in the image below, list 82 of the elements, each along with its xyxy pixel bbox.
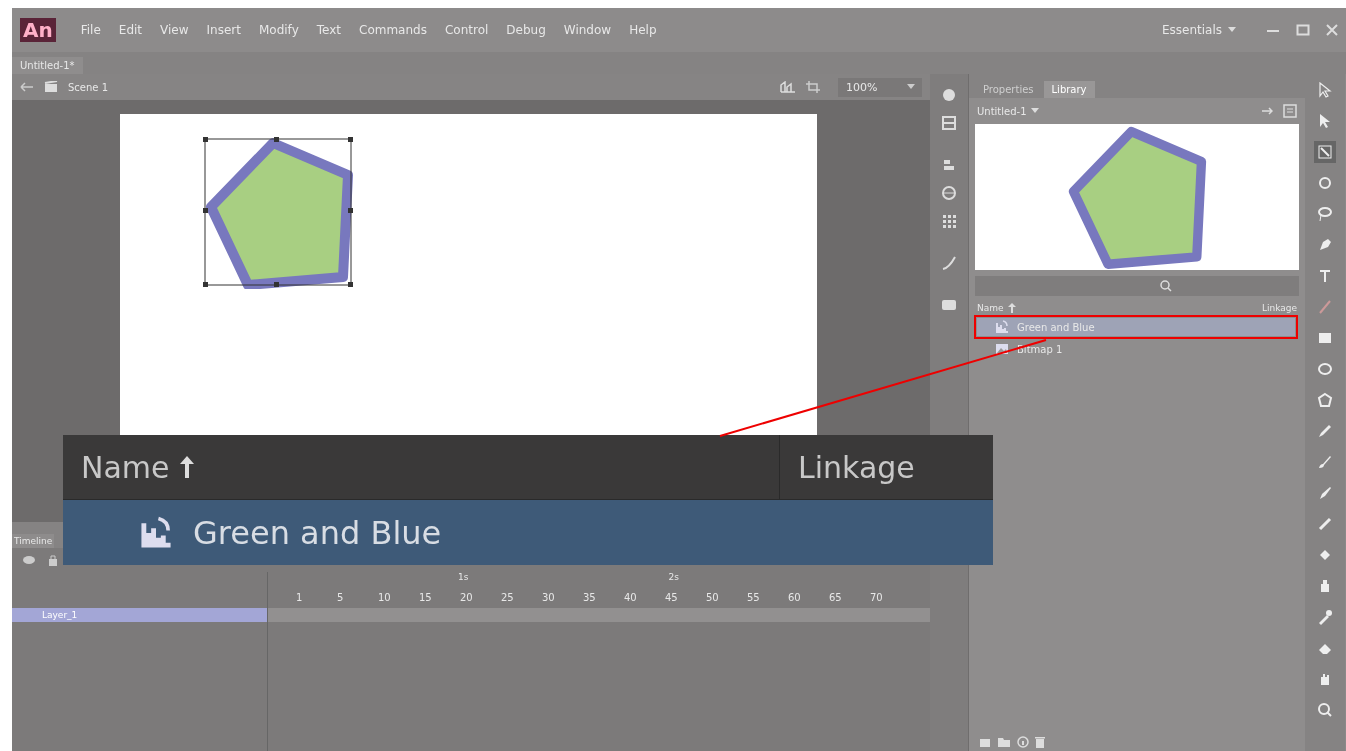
frame-number: 25 [501,591,515,603]
app-logo: An [20,18,56,42]
ellipse-icon[interactable] [1317,361,1333,377]
caret-icon [907,84,916,90]
menu-item[interactable]: Modify [251,21,306,39]
graphic-symbol-icon [995,320,1009,334]
eyedropper-icon[interactable] [1317,609,1333,625]
eye-icon[interactable] [22,555,36,565]
frame-number: 35 [583,591,597,603]
layer-row[interactable]: Layer_1 [12,608,267,622]
caret-icon [1030,108,1039,114]
frame-number: 1 [296,591,304,603]
pencil-icon[interactable] [1317,423,1333,439]
frame-number: 55 [747,591,761,603]
motion-path-icon[interactable] [942,256,956,270]
crop-icon[interactable] [806,81,820,93]
selection-arrow-icon[interactable] [1317,82,1333,98]
maximize-icon[interactable] [1296,24,1310,36]
menu-item[interactable]: File [73,21,108,39]
menu-item[interactable]: Control [437,21,496,39]
search-field[interactable] [975,276,1299,296]
document-dropdown[interactable]: Untitled-1 [977,105,1039,117]
column-header[interactable]: Name [977,303,1004,313]
frame-number: 60 [788,591,802,603]
folder-icon[interactable] [997,736,1011,748]
lasso-icon[interactable] [1317,206,1333,222]
zoom-dropdown[interactable]: 100% [838,77,922,97]
frame-number: 70 [870,591,884,603]
back-arrow-icon[interactable] [20,82,34,92]
timeline-tab[interactable]: Timeline [12,534,55,548]
graphic-symbol-icon [139,515,173,550]
pen-icon[interactable] [1317,237,1333,253]
grid-icon[interactable] [942,116,956,130]
brush-icon[interactable] [1317,485,1333,501]
frame-number: 45 [665,591,679,603]
column-header[interactable]: Name [81,449,170,485]
close-icon[interactable] [1326,24,1338,36]
frame-number: 50 [706,591,720,603]
image-icon [995,342,1009,356]
menu-item[interactable]: Window [556,21,619,39]
frame-number: 30 [542,591,556,603]
line-icon[interactable] [1317,299,1333,315]
rectangle-icon[interactable] [1317,330,1333,346]
menu-item[interactable]: Commands [352,21,434,39]
menu-item[interactable]: Insert [199,21,248,39]
text-icon[interactable] [1317,268,1333,284]
menu-item[interactable]: Edit [111,21,150,39]
info-icon[interactable] [1017,736,1029,748]
clapperboard-icon [44,81,58,93]
frame-number: 20 [460,591,474,603]
workspace-dropdown[interactable]: Essentials [1161,23,1236,37]
scene-label: Scene 1 [68,81,109,93]
lock-icon[interactable] [48,554,58,566]
polygon-icon[interactable] [1317,392,1333,408]
zoom-icon[interactable] [1317,702,1333,718]
menu-item[interactable]: Text [309,21,348,39]
align-icon[interactable] [943,158,955,172]
menu-item[interactable]: Debug [499,21,553,39]
frame-number: 40 [624,591,638,603]
library-item[interactable]: Green and Blue [63,500,993,565]
panel-tab[interactable]: Library [1043,81,1095,98]
document-tab[interactable]: Untitled-1* [12,57,83,74]
frame-number: 15 [419,591,433,603]
frame-number: 10 [378,591,392,603]
trash-icon[interactable] [1035,736,1045,748]
search-icon [1160,280,1172,292]
paintbrush-icon[interactable] [1317,454,1333,470]
seconds-label: 1s [458,572,469,584]
frame-number: 5 [337,591,345,603]
menu-item[interactable]: Help [622,21,664,39]
frame-number: 65 [829,591,843,603]
sort-arrow-icon [179,456,194,478]
sort-arrow-icon [1007,303,1016,313]
panel-tab[interactable]: Properties [975,81,1042,98]
seconds-label: 2s [668,572,679,584]
pentagon-drawing[interactable] [203,137,355,289]
menu-item[interactable]: View [153,21,196,39]
caret-icon [1228,27,1236,33]
dots-grid-icon[interactable] [942,214,956,228]
library-item[interactable]: Green and Blue [977,318,1295,336]
column-header[interactable]: Linkage [1261,303,1297,313]
column-header[interactable]: Linkage [798,449,915,485]
